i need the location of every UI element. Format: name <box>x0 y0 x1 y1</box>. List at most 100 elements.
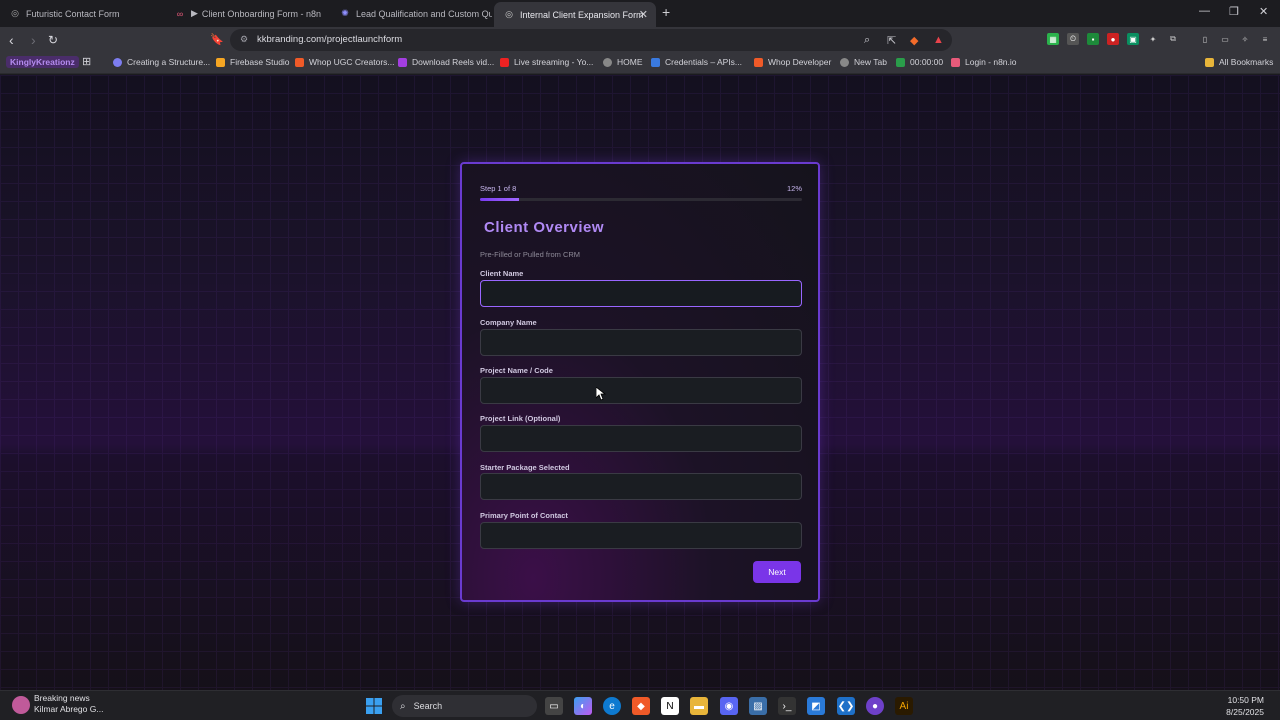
brave-icon[interactable]: ◆ <box>632 697 650 715</box>
progress-bar <box>480 198 802 201</box>
bookmark-download-reels[interactable]: Download Reels vid... <box>398 57 494 67</box>
playing-icon: ▶ <box>191 8 198 18</box>
bookmark-home[interactable]: HOME <box>603 57 643 67</box>
gear-icon <box>113 57 122 67</box>
zoom-icon[interactable]: ⌕ <box>864 34 870 47</box>
project-name-input[interactable] <box>480 377 802 404</box>
primary-contact-label: Primary Point of Contact <box>480 511 568 520</box>
screenshot-icon[interactable]: ⧉ <box>1167 33 1179 45</box>
form-subtitle: Pre-Filled or Pulled from CRM <box>480 250 581 259</box>
bookmark-icon[interactable]: 🔖 <box>210 33 224 46</box>
extension-chat-icon[interactable]: ▪ <box>1087 33 1099 45</box>
youtube-icon <box>500 57 509 67</box>
tab-internal-client-expansion[interactable]: ◎ Internal Client Expansion Form ✕ <box>494 2 656 27</box>
bookmark-timer[interactable]: 00:00:00 <box>896 57 943 67</box>
share-icon[interactable]: ⇱ <box>887 34 896 47</box>
project-link-label: Project Link (Optional) <box>480 414 561 423</box>
tab-futuristic-contact-form[interactable]: ◎ Futuristic Contact Form <box>0 3 165 24</box>
project-link-input[interactable] <box>480 425 802 452</box>
tab-strip: ◎ Futuristic Contact Form ∞ ▶ Client Onb… <box>0 0 1280 27</box>
notion-icon[interactable]: N <box>661 697 679 715</box>
globe-icon: ◎ <box>11 8 19 18</box>
photos-icon[interactable]: ▨ <box>749 697 767 715</box>
bookmark-live-streaming[interactable]: Live streaming - Yo... <box>500 57 593 67</box>
company-name-label: Company Name <box>480 318 537 327</box>
terminal-icon[interactable]: ›_ <box>778 697 796 715</box>
extension-counter-icon[interactable]: ▣ <box>1127 33 1139 45</box>
api-icon <box>651 57 660 67</box>
bookmark-new-tab[interactable]: New Tab <box>840 57 887 67</box>
form-card: Step 1 of 8 12% Client Overview Pre-Fill… <box>460 162 820 602</box>
sidebar-icon[interactable]: ▯ <box>1199 33 1211 45</box>
step-text: Step 1 of 8 <box>480 184 517 193</box>
mouse-cursor-icon <box>596 387 606 401</box>
step-indicator: Step 1 of 8 12% <box>480 184 802 193</box>
extension-record-icon[interactable]: ● <box>1107 33 1119 45</box>
address-bar[interactable]: ⚙ kkbranding.com/projectlaunchform ⌕ ⇱ ◆… <box>230 29 952 51</box>
system-clock[interactable]: 10:50 PM 8/25/2025 <box>1226 694 1264 718</box>
discord-icon[interactable]: ◉ <box>720 697 738 715</box>
wallet-icon[interactable]: ▭ <box>1219 33 1231 45</box>
taskbar-search[interactable]: ⌕ Search <box>392 695 537 717</box>
url-text[interactable]: kkbranding.com/projectlaunchform <box>257 34 402 45</box>
project-name-label: Project Name / Code <box>480 366 553 375</box>
brave-shield-icon[interactable]: ◆ <box>910 34 918 47</box>
globe-icon <box>603 57 612 67</box>
whop-icon <box>295 57 304 67</box>
bookmark-whop-ugc[interactable]: Whop UGC Creators... <box>295 57 395 67</box>
tab-client-onboarding[interactable]: ∞ ▶ Client Onboarding Form - n8n <box>165 3 330 24</box>
menu-icon[interactable]: ≡ <box>1259 33 1271 45</box>
download-icon <box>398 57 407 67</box>
windows-start-icon[interactable] <box>366 698 382 714</box>
browser-toolbar: ‹ › ↻ 🔖 ⚙ kkbranding.com/projectlaunchfo… <box>0 27 1280 53</box>
reload-icon[interactable]: ↻ <box>48 33 58 47</box>
news-widget[interactable]: Breaking news Kilmar Abrego G... <box>12 693 103 715</box>
task-view-icon[interactable]: ▭ <box>545 697 563 715</box>
clock-date: 8/25/2025 <box>1226 707 1264 717</box>
bookmark-all-bookmarks[interactable]: All Bookmarks <box>1205 57 1273 67</box>
search-icon: ⌕ <box>400 700 406 712</box>
forward-icon[interactable]: › <box>31 32 36 48</box>
github-icon[interactable]: ● <box>866 697 884 715</box>
news-subtitle: Kilmar Abrego G... <box>34 704 104 714</box>
bookmark-firebase-studio[interactable]: Firebase Studio <box>216 57 290 67</box>
leo-ai-icon[interactable]: ✧ <box>1239 33 1251 45</box>
next-button[interactable]: Next <box>753 561 801 583</box>
edge-icon[interactable]: e <box>603 697 621 715</box>
client-name-input[interactable] <box>480 280 802 307</box>
close-tab-icon[interactable]: ✕ <box>639 8 648 21</box>
bookmark-credentials[interactable]: Credentials – APIs... <box>651 57 742 67</box>
back-icon[interactable]: ‹ <box>9 32 14 48</box>
bookmark-creating-structure[interactable]: Creating a Structure... <box>113 57 210 67</box>
brave-rewards-icon[interactable]: ▲ <box>933 34 944 46</box>
copilot-icon[interactable]: ◐ <box>574 697 592 715</box>
store-icon[interactable]: ◩ <box>807 697 825 715</box>
company-name-input[interactable] <box>480 329 802 356</box>
primary-contact-input[interactable] <box>480 522 802 549</box>
site-info-icon[interactable]: ⚙ <box>240 34 248 45</box>
illustrator-icon[interactable]: Ai <box>895 697 913 715</box>
gear-icon: ✺ <box>341 8 349 18</box>
minimize-icon[interactable]: — <box>1199 5 1210 17</box>
whop-icon <box>754 57 763 67</box>
extension-sheets-icon[interactable]: ▦ <box>1047 33 1059 45</box>
bookmark-kinglykreationz[interactable]: KinglyKreationz <box>6 56 79 68</box>
extension-timer-icon[interactable]: ⏲ <box>1067 33 1079 45</box>
globe-icon: ◎ <box>505 9 513 19</box>
extensions-puzzle-icon[interactable]: ✦ <box>1147 33 1159 45</box>
bookmark-login-n8n[interactable]: Login - n8n.io <box>951 57 1017 67</box>
bookmark-whop-developer[interactable]: Whop Developer <box>754 57 831 67</box>
starter-package-input[interactable] <box>480 473 802 500</box>
progress-percent: 12% <box>786 184 802 193</box>
form-title: Client Overview <box>484 219 605 236</box>
file-explorer-icon[interactable]: ▬ <box>690 697 708 715</box>
apps-grid-icon[interactable]: ⊞ <box>82 55 91 68</box>
firebase-icon <box>216 57 225 67</box>
close-window-icon[interactable]: ✕ <box>1259 5 1268 18</box>
new-tab-icon[interactable]: + <box>662 4 670 20</box>
restore-icon[interactable]: ❐ <box>1229 5 1239 18</box>
tab-lead-qualification[interactable]: ✺ Lead Qualification and Custom Quo <box>330 3 492 24</box>
vscode-icon[interactable]: ❮❯ <box>837 697 855 715</box>
progress-fill <box>480 198 519 201</box>
timer-icon <box>896 57 905 67</box>
